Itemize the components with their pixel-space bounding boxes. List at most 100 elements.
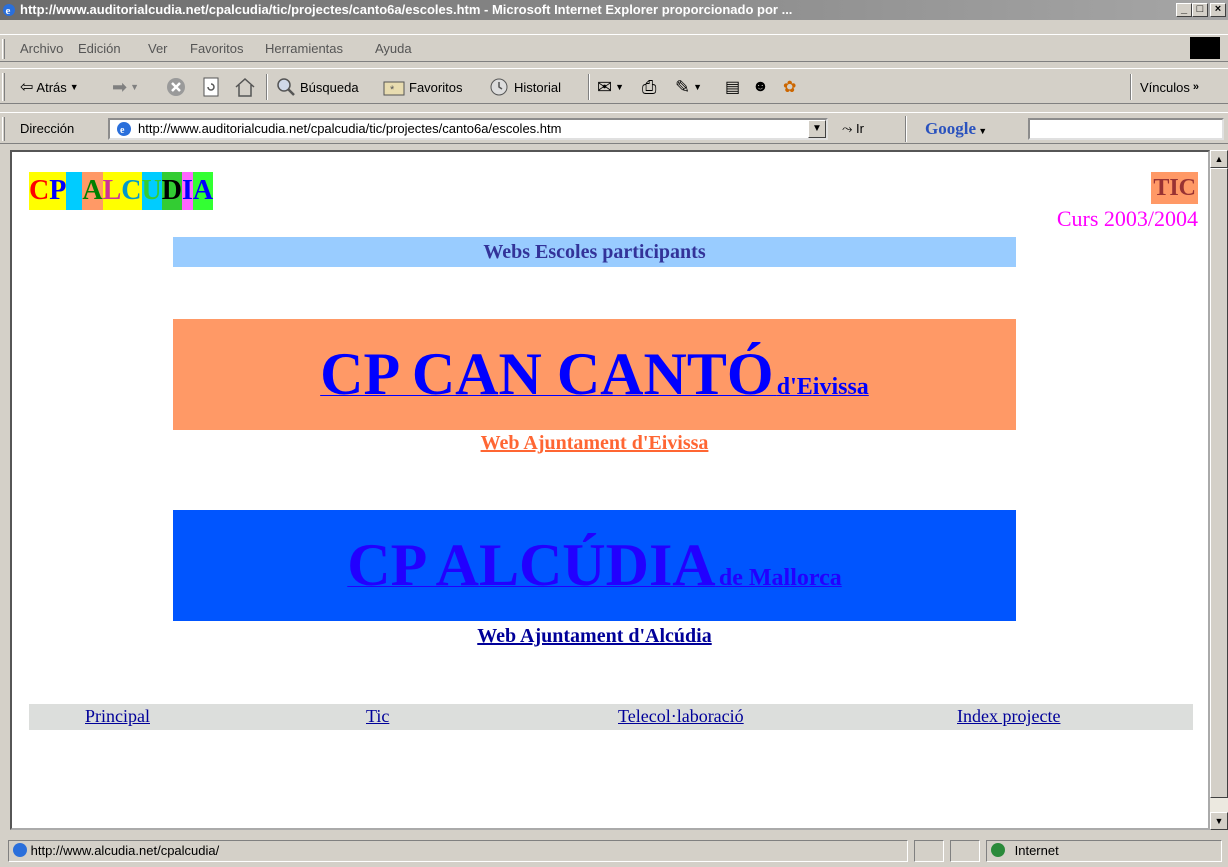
links-button[interactable]: Vínculos »	[1140, 76, 1199, 98]
go-button[interactable]: ⤳ Ir	[842, 121, 864, 137]
footer-nav: Principal Tic Telecol·laboració Index pr…	[29, 704, 1193, 730]
back-label: Atrás	[36, 79, 67, 95]
print-button[interactable]: ⎙	[642, 76, 656, 98]
scroll-down-icon[interactable]: ▼	[1210, 812, 1228, 830]
favorites-icon: *	[383, 81, 405, 96]
footer-link-telecollaboracio[interactable]: Telecol·laboració	[618, 706, 744, 727]
favorites-label: Favoritos	[409, 79, 463, 95]
messenger-icon: ☻	[752, 78, 769, 95]
standard-toolbar: ⇦ Atrás ▼ ➡ ▼ Búsqueda * Favoritos Histo…	[0, 68, 1228, 104]
toolbar-separator	[588, 74, 590, 100]
address-label: Dirección	[20, 121, 75, 136]
footer-link-tic[interactable]: Tic	[366, 706, 389, 727]
footer-link-index[interactable]: Index projecte	[957, 706, 1060, 727]
zone-label: Internet	[1014, 843, 1059, 858]
mail-icon: ✉	[597, 76, 613, 97]
school2-banner: CP ALCÚDIA de Mallorca	[173, 510, 1016, 621]
address-grip	[2, 117, 5, 141]
address-dropdown-icon[interactable]: ▼	[808, 120, 826, 138]
logo-letter: L	[102, 172, 122, 210]
close-button[interactable]: ×	[1210, 3, 1226, 17]
home-button[interactable]	[233, 76, 257, 98]
stop-icon	[167, 78, 185, 96]
school1-banner: CP CAN CANTÓ d'Eivissa	[173, 319, 1016, 430]
vertical-scrollbar[interactable]: ▲ ▼	[1210, 150, 1228, 830]
svg-text:e: e	[6, 5, 11, 17]
windows-logo-icon	[1190, 37, 1220, 59]
course-label: Curs 2003/2004	[1056, 206, 1198, 231]
menu-ver[interactable]: Ver	[148, 41, 168, 56]
forward-button[interactable]: ➡ ▼	[112, 76, 139, 98]
logo-letter: I	[181, 172, 193, 210]
menu-ayuda[interactable]: Ayuda	[375, 41, 412, 56]
town1-link[interactable]: Web Ajuntament d'Eivissa	[173, 432, 1016, 455]
refresh-button[interactable]	[200, 76, 222, 98]
links-label: Vínculos	[1140, 79, 1190, 95]
school1-link[interactable]: CP CAN CANTÓ d'Eivissa	[320, 340, 869, 409]
history-button[interactable]: Historial	[487, 76, 561, 98]
toolbar-separator	[1130, 74, 1132, 100]
google-logo-text: Google	[925, 119, 976, 138]
status-text: http://www.alcudia.net/cpalcudia/	[30, 843, 220, 858]
window-title: http://www.auditorialcudia.net/cpalcudia…	[20, 2, 793, 17]
messenger-button[interactable]: ☻	[752, 76, 769, 98]
status-cell-empty	[914, 840, 944, 862]
minimize-button[interactable]: _	[1176, 3, 1192, 17]
history-label: Historial	[514, 79, 561, 95]
discuss-button[interactable]: ▤	[725, 76, 740, 98]
mail-dropdown-icon: ▼	[615, 82, 625, 92]
addon-icon: ✿	[783, 79, 797, 96]
edit-icon: ✎	[675, 76, 691, 97]
town2-link[interactable]: Web Ajuntament d'Alcúdia	[173, 625, 1016, 648]
google-search-input[interactable]	[1028, 118, 1224, 140]
scroll-up-icon[interactable]: ▲	[1210, 150, 1228, 168]
logo-letter: A	[82, 172, 103, 210]
go-label: Ir	[856, 121, 864, 136]
menu-bar: Archivo Edición Ver Favoritos Herramient…	[0, 34, 1228, 62]
forward-arrow-icon: ➡	[112, 76, 128, 97]
page-viewport: CP ALCUDIA TIC Curs 2003/2004 Webs Escol…	[10, 150, 1210, 830]
mail-button[interactable]: ✉ ▼	[597, 76, 624, 98]
address-input[interactable]: e http://www.auditorialcudia.net/cpalcud…	[108, 118, 828, 140]
menu-herramientas[interactable]: Herramientas	[265, 41, 343, 56]
school2-link[interactable]: CP ALCÚDIA de Mallorca	[347, 531, 842, 600]
logo-letter: C	[121, 172, 142, 210]
address-url: http://www.auditorialcudia.net/cpalcudia…	[138, 121, 562, 136]
scroll-thumb[interactable]	[1210, 168, 1228, 798]
links-chevron-icon: »	[1192, 81, 1199, 93]
school1-name: CP CAN CANTÓ	[320, 341, 774, 407]
menu-archivo[interactable]: Archivo	[20, 41, 63, 56]
logo-letter: U	[141, 172, 162, 210]
google-toolbar-logo[interactable]: Google ▼	[925, 119, 987, 139]
menu-edicion[interactable]: Edición	[78, 41, 121, 56]
edit-button[interactable]: ✎ ▼	[675, 76, 702, 98]
logo-letter	[66, 172, 83, 210]
maximize-button[interactable]: □	[1192, 3, 1208, 17]
history-icon	[490, 78, 508, 96]
back-button[interactable]: ⇦ Atrás ▼	[20, 76, 79, 98]
school2-name: CP ALCÚDIA	[347, 532, 716, 598]
search-button[interactable]: Búsqueda	[275, 76, 359, 98]
section-heading: Webs Escoles participants	[173, 237, 1016, 267]
menu-favoritos[interactable]: Favoritos	[190, 41, 243, 56]
addr-separator	[905, 116, 907, 142]
go-arrow-icon: ⤳	[842, 121, 857, 136]
addon-button[interactable]: ✿	[783, 76, 796, 98]
favorites-button[interactable]: * Favoritos	[382, 76, 462, 98]
menu-grip	[2, 39, 5, 59]
svg-text:e: e	[120, 125, 125, 136]
discuss-icon: ▤	[725, 79, 741, 96]
status-text-cell: http://www.alcudia.net/cpalcudia/	[8, 840, 908, 862]
status-page-icon	[13, 843, 27, 857]
forward-dropdown-icon: ▼	[130, 82, 140, 92]
title-bar: e http://www.auditorialcudia.net/cpalcud…	[0, 0, 1228, 20]
globe-icon	[991, 843, 1005, 857]
footer-link-principal[interactable]: Principal	[85, 706, 150, 727]
stop-button[interactable]	[165, 76, 187, 98]
status-cell-empty	[950, 840, 980, 862]
logo-letter: D	[161, 172, 182, 210]
logo-letter: C	[29, 172, 50, 210]
school-logo: CP ALCUDIA	[29, 172, 214, 210]
logo-letter: A	[192, 172, 214, 210]
ie-logo-icon: e	[3, 4, 15, 17]
